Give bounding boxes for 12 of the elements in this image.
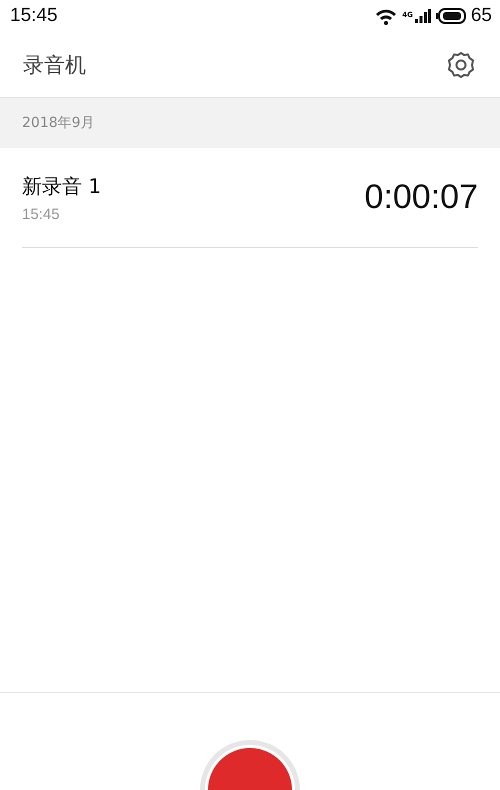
app-title: 录音机	[23, 52, 86, 78]
battery-level: 65	[470, 5, 492, 27]
settings-icon[interactable]	[447, 50, 475, 78]
recording-time: 15:45	[22, 206, 61, 222]
section-title: 2018年9月	[22, 114, 95, 132]
recording-duration: 0:00:07	[364, 178, 478, 217]
wifi-icon	[375, 8, 398, 24]
signal-icon	[414, 9, 431, 23]
recording-item[interactable]: 新录音 1 15:45 0:00:07	[22, 148, 478, 248]
battery-icon	[436, 8, 466, 24]
status-time: 15:45	[10, 5, 58, 27]
recording-name: 新录音 1	[22, 172, 102, 200]
